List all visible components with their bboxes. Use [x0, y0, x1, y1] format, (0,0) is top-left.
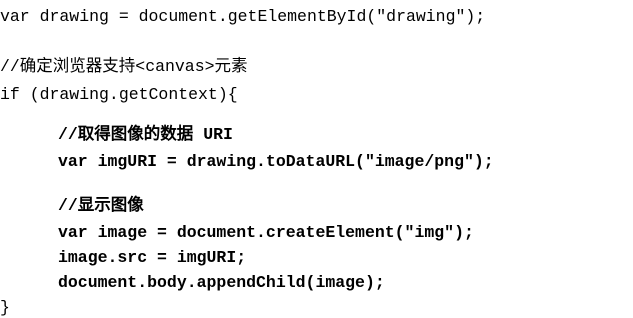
code-line-image-src: image.src = imgURI; [58, 248, 247, 267]
code-line-if-getcontext: if (drawing.getContext){ [0, 85, 238, 104]
code-snippet: var drawing = document.getElementById("d… [0, 0, 633, 317]
code-line-var-imguri: var imgURI = drawing.toDataURL("image/pn… [58, 152, 494, 171]
code-line-comment-canvas-support: //确定浏览器支持<canvas>元素 [0, 57, 248, 76]
code-line-closing-brace: } [0, 298, 10, 317]
code-line-comment-show-image: //显示图像 [58, 196, 144, 215]
code-line-append-child: document.body.appendChild(image); [58, 273, 385, 292]
code-line-comment-get-data-uri: //取得图像的数据 URI [58, 125, 233, 144]
code-line-var-image: var image = document.createElement("img"… [58, 223, 474, 242]
code-line-var-drawing: var drawing = document.getElementById("d… [0, 7, 486, 26]
